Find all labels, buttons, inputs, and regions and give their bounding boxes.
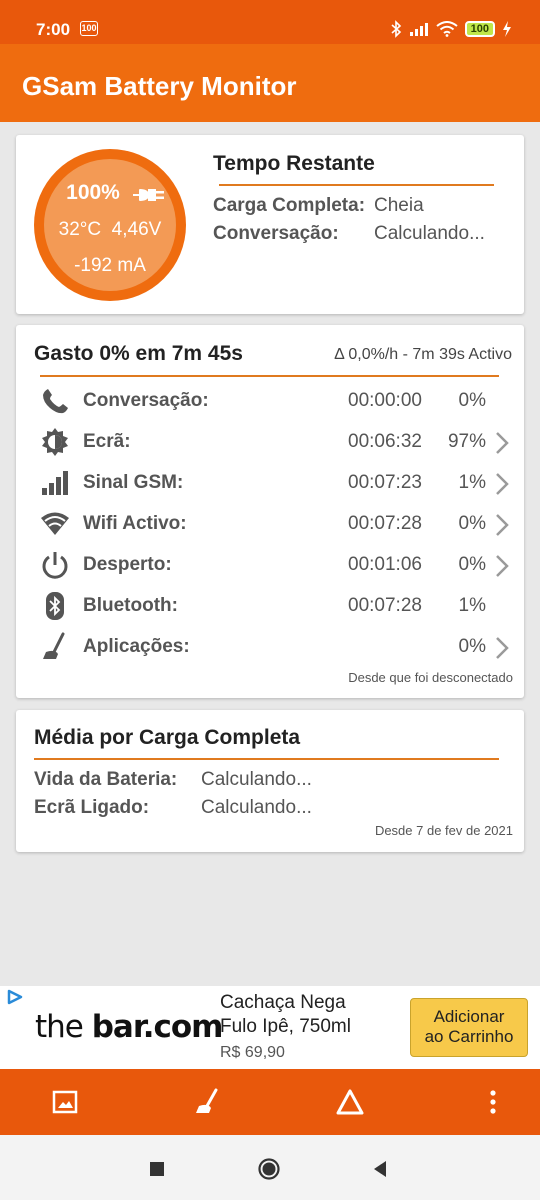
ad-banner[interactable]: the bar.com Cachaça Nega Fulo Ipê, 750ml… [0, 986, 540, 1069]
usage-row-apps[interactable]: Aplicações: 0% [16, 628, 524, 668]
temp-voltage: 32°C 4,46V [44, 219, 176, 241]
divider [219, 184, 494, 186]
talk-time-label: Conversação: [213, 223, 339, 244]
add-to-cart-button[interactable]: Adicionar ao Carrinho [410, 998, 528, 1057]
usage-label: Desperto: [83, 554, 172, 575]
usage-percent: 1% [458, 595, 486, 616]
full-charge-label: Carga Completa: [213, 195, 366, 216]
battery-current: -192 mA [74, 255, 146, 276]
battery-life-value: Calculando... [201, 769, 312, 790]
status-bar: 7:00 100 100 [0, 0, 540, 44]
usage-title: Gasto 0% em 7m 45s [34, 342, 243, 365]
ad-logo: the bar.com [35, 1009, 224, 1045]
usage-row-wifi[interactable]: Wifi Activo: 00:07:28 0% [16, 505, 524, 545]
chevron-right-icon[interactable] [494, 635, 510, 661]
ad-price: R$ 69,90 [220, 1044, 285, 1061]
app-bar: GSam Battery Monitor [0, 44, 540, 122]
usage-percent: 0% [458, 554, 486, 575]
battery-voltage: 4,46V [111, 219, 162, 240]
usage-percent: 0% [458, 513, 486, 534]
wifi-status-icon [436, 21, 458, 37]
chevron-right-icon[interactable] [494, 553, 510, 579]
phone-icon [43, 389, 68, 414]
cta-line1: Adicionar [433, 1007, 505, 1026]
average-card: Média por Carga Completa Vida da Bateria… [16, 710, 524, 852]
usage-time: 00:06:32 [348, 431, 422, 452]
status-icons: 100 [390, 18, 512, 40]
usage-rate: Δ 0,0%/h - 7m 39s Activo [334, 346, 512, 363]
bluetooth-icon [46, 592, 64, 620]
signal-icon [42, 471, 68, 495]
more-vert-icon[interactable] [478, 1087, 508, 1117]
average-title: Média por Carga Completa [34, 726, 301, 749]
usage-percent: 97% [447, 431, 486, 452]
cell-signal-icon [409, 23, 428, 36]
wifi-icon [41, 512, 69, 535]
broom-icon [43, 632, 65, 659]
usage-label: Ecrã: [83, 431, 131, 452]
plug-icon [133, 189, 164, 201]
average-footer: Desde 7 de fev de 2021 [374, 823, 513, 838]
gauge-face: 100% 32°C 4,46V -192 mA [44, 159, 176, 291]
usage-label: Bluetooth: [83, 595, 178, 616]
status-time: 7:00 [36, 20, 71, 39]
power-icon [42, 552, 68, 579]
usage-footer: Desde que foi desconectado [348, 670, 513, 685]
bottom-toolbar [0, 1069, 540, 1135]
back-icon[interactable] [368, 1157, 392, 1181]
usage-time: 00:07:23 [348, 472, 422, 493]
brightness-icon [42, 428, 68, 456]
home-icon[interactable] [257, 1157, 281, 1181]
usage-card: Gasto 0% em 7m 45s Δ 0,0%/h - 7m 39s Act… [16, 325, 524, 698]
notification-badge: 100 [80, 21, 98, 36]
divider [34, 758, 499, 760]
charging-bolt-icon [503, 21, 511, 37]
time-remaining-title: Tempo Restante [213, 152, 375, 175]
usage-row-conversation: Conversação: 00:00:00 0% [16, 382, 524, 422]
ad-product-detail: Fulo Ipê, 750ml [220, 1016, 351, 1037]
battery-summary-card: 100% 32°C 4,46V -192 mA Tempo Restante C… [16, 135, 524, 314]
battery-gauge[interactable]: 100% 32°C 4,46V -192 mA [34, 149, 186, 301]
usage-time: 00:07:28 [348, 513, 422, 534]
image-icon[interactable] [50, 1087, 80, 1117]
full-charge-value: Cheia [374, 195, 424, 216]
broom-icon[interactable] [192, 1087, 222, 1117]
usage-label: Aplicações: [83, 636, 190, 657]
usage-row-awake[interactable]: Desperto: 00:01:06 0% [16, 546, 524, 586]
usage-label: Sinal GSM: [83, 472, 184, 493]
ad-product-name: Cachaça Nega [220, 992, 346, 1013]
battery-status: 100 [464, 21, 495, 37]
usage-time: 00:00:00 [348, 390, 422, 411]
usage-percent: 0% [458, 636, 486, 657]
usage-label: Conversação: [83, 390, 209, 411]
usage-percent: 0% [458, 390, 486, 411]
usage-row-gsm-signal[interactable]: Sinal GSM: 00:07:23 1% [16, 464, 524, 504]
bluetooth-status-icon [391, 20, 401, 38]
chevron-right-icon[interactable] [494, 430, 510, 456]
battery-temperature: 32°C [58, 219, 102, 240]
system-nav-bar [0, 1135, 540, 1200]
usage-row-screen[interactable]: Ecrã: 00:06:32 97% [16, 423, 524, 463]
divider [40, 375, 499, 377]
usage-row-bluetooth: Bluetooth: 00:07:28 1% [16, 587, 524, 627]
screen-on-value: Calculando... [201, 797, 312, 818]
usage-time: 00:01:06 [348, 554, 422, 575]
cta-line2: ao Carrinho [424, 1027, 514, 1046]
recents-icon[interactable] [145, 1157, 169, 1181]
ad-choices-icon[interactable] [6, 989, 24, 1005]
ad-logo-prefix: the [35, 1009, 92, 1045]
app-title: GSam Battery Monitor [22, 71, 297, 101]
battery-life-label: Vida da Bateria: [34, 769, 178, 790]
talk-time-value: Calculando... [374, 223, 485, 244]
screen-on-label: Ecrã Ligado: [34, 797, 150, 818]
ad-logo-main: bar.com [91, 1009, 224, 1045]
usage-time: 00:07:28 [348, 595, 422, 616]
usage-label: Wifi Activo: [83, 513, 187, 534]
chevron-right-icon[interactable] [494, 512, 510, 538]
chevron-right-icon[interactable] [494, 471, 510, 497]
usage-percent: 1% [458, 472, 486, 493]
delta-icon[interactable] [335, 1087, 365, 1117]
